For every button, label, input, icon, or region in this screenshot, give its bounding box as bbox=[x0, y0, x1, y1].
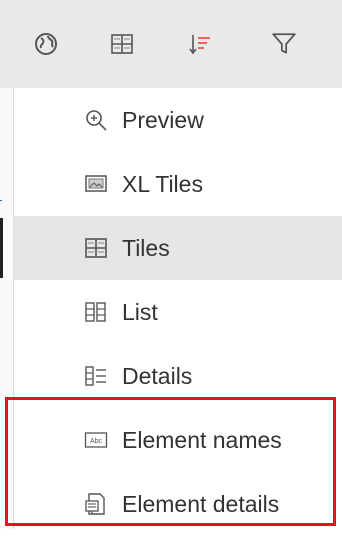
sort-button[interactable] bbox=[178, 22, 222, 66]
globe-icon bbox=[35, 33, 57, 55]
filter-icon bbox=[272, 33, 296, 54]
tiles-icon bbox=[78, 230, 114, 266]
menu-item-element-names[interactable]: Abc Element names bbox=[14, 408, 342, 472]
menu-item-element-details[interactable]: Element details bbox=[14, 472, 342, 536]
menu-item-xl-tiles[interactable]: XL Tiles bbox=[14, 152, 342, 216]
menu-item-label: XL Tiles bbox=[122, 170, 203, 197]
svg-text:Abc: Abc bbox=[90, 438, 103, 445]
element-details-icon bbox=[78, 486, 114, 522]
menu-item-list[interactable]: List bbox=[14, 280, 342, 344]
menu-item-label: Details bbox=[122, 362, 193, 389]
menu-item-tiles[interactable]: Tiles bbox=[14, 216, 342, 280]
view-toolbar bbox=[0, 0, 342, 89]
menu-item-label: Element names bbox=[122, 426, 282, 453]
list-icon bbox=[78, 294, 114, 330]
menu-item-details[interactable]: Details bbox=[14, 344, 342, 408]
background-panel-edge bbox=[0, 88, 14, 529]
menu-item-label: List bbox=[122, 298, 158, 325]
xl-tiles-icon bbox=[78, 166, 114, 202]
menu-item-label: Preview bbox=[122, 106, 204, 133]
globe-button[interactable] bbox=[24, 22, 68, 66]
menu-item-label: Tiles bbox=[122, 234, 170, 261]
element-names-icon: Abc bbox=[78, 422, 114, 458]
sort-icon bbox=[189, 35, 210, 55]
zoom-preview-icon bbox=[78, 102, 114, 138]
view-mode-menu: Preview XL Tiles Tiles List Details Abc … bbox=[14, 88, 342, 529]
filter-button[interactable] bbox=[262, 22, 306, 66]
grid-view-button[interactable] bbox=[100, 22, 144, 66]
grid-view-icon bbox=[111, 34, 133, 54]
menu-item-preview[interactable]: Preview bbox=[14, 88, 342, 152]
details-icon bbox=[78, 358, 114, 394]
menu-item-label: Element details bbox=[122, 490, 280, 517]
